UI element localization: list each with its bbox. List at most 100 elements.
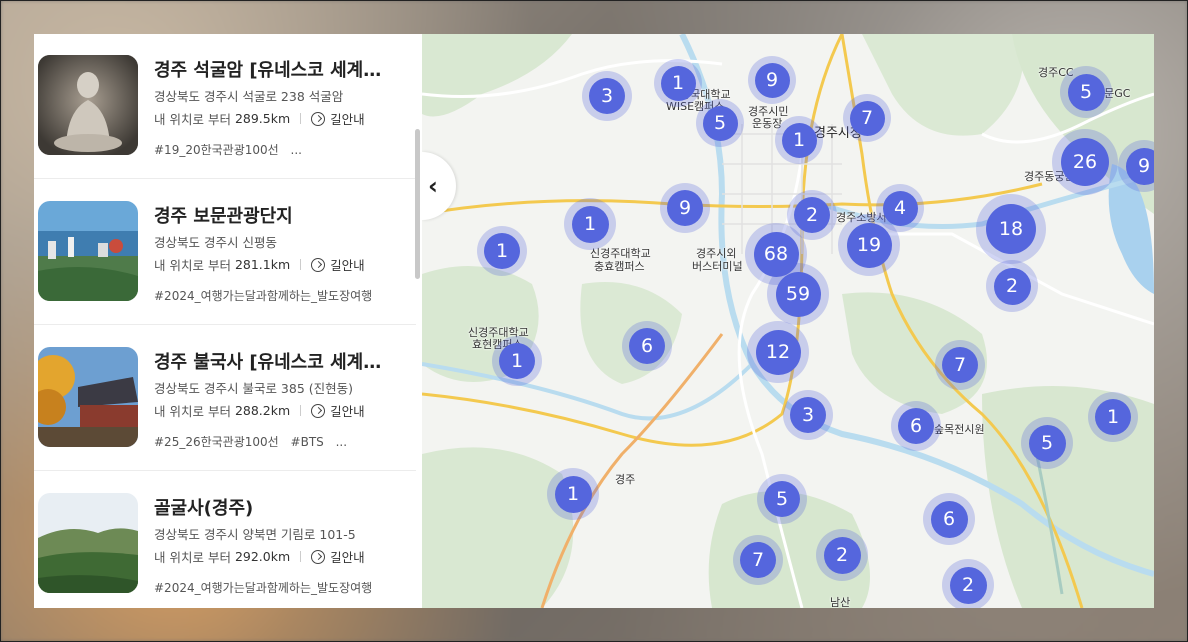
- map-place-label: 남산: [830, 596, 851, 609]
- cluster-marker[interactable]: 5: [1060, 66, 1112, 118]
- list-item[interactable]: 경주 불국사 [유네스코 세계문화유산] 경상북도 경주시 불국로 385 (진…: [34, 326, 416, 471]
- cluster-marker[interactable]: 19: [838, 214, 900, 276]
- directions-button[interactable]: 길안내: [330, 109, 365, 128]
- directions-button[interactable]: 길안내: [330, 401, 365, 420]
- cluster-marker[interactable]: 1: [775, 116, 823, 164]
- list-item[interactable]: 골굴사(경주) 경상북도 경주시 양북면 기림로 101-5 내 위치로 부터 …: [34, 472, 416, 608]
- item-title[interactable]: 경주 석굴암 [유네스코 세계문화유산]: [154, 56, 394, 82]
- cluster-count: 7: [740, 542, 776, 578]
- thumbnail-image[interactable]: [38, 55, 138, 155]
- cluster-count: 5: [1067, 73, 1105, 111]
- distance-value: 288.2km: [234, 403, 291, 418]
- cluster-count: 6: [930, 500, 968, 538]
- map-place-label: 경주: [615, 473, 636, 486]
- cluster-marker[interactable]: 9: [660, 183, 710, 233]
- cluster-marker[interactable]: 3: [582, 71, 632, 121]
- cluster-count: 1: [1095, 399, 1131, 435]
- cluster-marker[interactable]: 1: [564, 198, 616, 250]
- item-title[interactable]: 경주 불국사 [유네스코 세계문화유산]: [154, 348, 394, 374]
- cluster-marker[interactable]: 7: [935, 340, 985, 390]
- cluster-marker[interactable]: 7: [843, 94, 891, 142]
- buddha-statue-image: [38, 55, 138, 155]
- cluster-marker[interactable]: 9: [748, 56, 796, 104]
- thumbnail-image[interactable]: [38, 493, 138, 593]
- list-item[interactable]: 경주 보문관광단지 경상북도 경주시 신평동 내 위치로 부터 281.1km …: [34, 180, 416, 325]
- cluster-marker[interactable]: 5: [696, 99, 744, 147]
- tag[interactable]: #BTS: [291, 435, 324, 449]
- distance-row: 내 위치로 부터 288.2km 길안내: [154, 401, 365, 420]
- cluster-marker[interactable]: 12: [747, 321, 809, 383]
- cluster-marker[interactable]: 3: [783, 390, 833, 440]
- cluster-count: 2: [823, 536, 861, 574]
- directions-button[interactable]: 길안내: [330, 255, 365, 274]
- cluster-count: 1: [554, 475, 592, 513]
- cluster-count: 2: [993, 267, 1031, 305]
- cluster-marker[interactable]: 2: [816, 529, 868, 581]
- item-title[interactable]: 경주 보문관광단지: [154, 202, 394, 228]
- cluster-count: 1: [660, 65, 696, 101]
- distance-prefix: 내 위치로 부터: [154, 550, 231, 565]
- cluster-count: 3: [589, 78, 625, 114]
- directions-icon[interactable]: [311, 549, 326, 564]
- cluster-count: 19: [846, 222, 892, 268]
- cluster-marker[interactable]: 5: [757, 474, 807, 524]
- cluster-marker[interactable]: 1: [492, 336, 542, 386]
- list-scrollbar[interactable]: [415, 129, 420, 279]
- tag-more[interactable]: ...: [291, 143, 302, 157]
- directions-button[interactable]: 길안내: [330, 547, 365, 566]
- cluster-count: 9: [754, 62, 790, 98]
- cluster-marker[interactable]: 2: [942, 559, 994, 608]
- distance-row: 내 위치로 부터 281.1km 길안내: [154, 255, 365, 274]
- cluster-marker[interactable]: 26: [1052, 129, 1118, 195]
- cluster-marker[interactable]: 59: [767, 263, 829, 325]
- list-item[interactable]: 경주 석굴암 [유네스코 세계문화유산] 경상북도 경주시 석굴로 238 석굴…: [34, 34, 416, 179]
- divider: [300, 113, 302, 124]
- directions-icon[interactable]: [311, 403, 326, 418]
- cluster-count: 3: [790, 397, 826, 433]
- divider: [300, 405, 302, 416]
- thumbnail-image[interactable]: [38, 201, 138, 301]
- cluster-marker[interactable]: 6: [891, 401, 941, 451]
- cluster-count: 18: [986, 204, 1036, 254]
- cluster-count: 6: [629, 328, 665, 364]
- tag[interactable]: #25_26한국관광100선: [154, 435, 279, 449]
- distance-prefix: 내 위치로 부터: [154, 258, 231, 273]
- cluster-marker[interactable]: 5: [1021, 417, 1073, 469]
- directions-icon[interactable]: [311, 257, 326, 272]
- divider: [300, 551, 302, 562]
- tag-list: #2024_여행가는달과함께하는_발도장여행: [154, 287, 394, 304]
- map-place-label: 버스터미널: [692, 260, 743, 273]
- cluster-count: 9: [667, 190, 703, 226]
- distance-row: 내 위치로 부터 289.5km 길안내: [154, 109, 365, 128]
- thumbnail-image[interactable]: [38, 347, 138, 447]
- attraction-list-panel: 경주 석굴암 [유네스코 세계문화유산] 경상북도 경주시 석굴로 238 석굴…: [34, 34, 422, 608]
- map-place-label: 신경주대학교: [590, 247, 651, 260]
- cluster-count: 5: [1028, 424, 1066, 462]
- item-address: 경상북도 경주시 불국로 385 (진현동): [154, 381, 354, 396]
- cluster-count: 26: [1061, 138, 1109, 186]
- cluster-count: 1: [571, 205, 609, 243]
- tag-more[interactable]: ...: [336, 435, 347, 449]
- directions-icon[interactable]: [311, 111, 326, 126]
- item-address: 경상북도 경주시 양북면 기림로 101-5: [154, 527, 356, 542]
- cluster-marker[interactable]: 18: [976, 194, 1046, 264]
- cluster-marker[interactable]: 1: [547, 468, 599, 520]
- item-title[interactable]: 골굴사(경주): [154, 494, 394, 520]
- cluster-marker[interactable]: 2: [986, 260, 1038, 312]
- distance-value: 289.5km: [234, 111, 291, 126]
- tag[interactable]: #2024_여행가는달과함께하는_발도장여행: [154, 289, 372, 303]
- map-view[interactable]: 동국대학교 WISE캠퍼스 경주시민 운동장 경주시청 경주CC 보문GC 경주동궁원 신경주대…: [422, 34, 1154, 608]
- tag[interactable]: #2024_여행가는달과함께하는_발도장여행: [154, 581, 372, 595]
- tag[interactable]: #19_20한국관광100선: [154, 143, 279, 157]
- cluster-count: 5: [764, 481, 800, 517]
- divider: [300, 259, 302, 270]
- cluster-marker[interactable]: 7: [733, 535, 783, 585]
- cluster-marker[interactable]: 1: [1088, 392, 1138, 442]
- cluster-count: 2: [794, 197, 830, 233]
- distance-prefix: 내 위치로 부터: [154, 404, 231, 419]
- cluster-marker[interactable]: 6: [622, 321, 672, 371]
- cluster-marker[interactable]: 1: [654, 59, 702, 107]
- chevron-left-icon: ‹: [428, 172, 438, 200]
- cluster-marker[interactable]: 6: [923, 493, 975, 545]
- cluster-marker[interactable]: 1: [477, 226, 527, 276]
